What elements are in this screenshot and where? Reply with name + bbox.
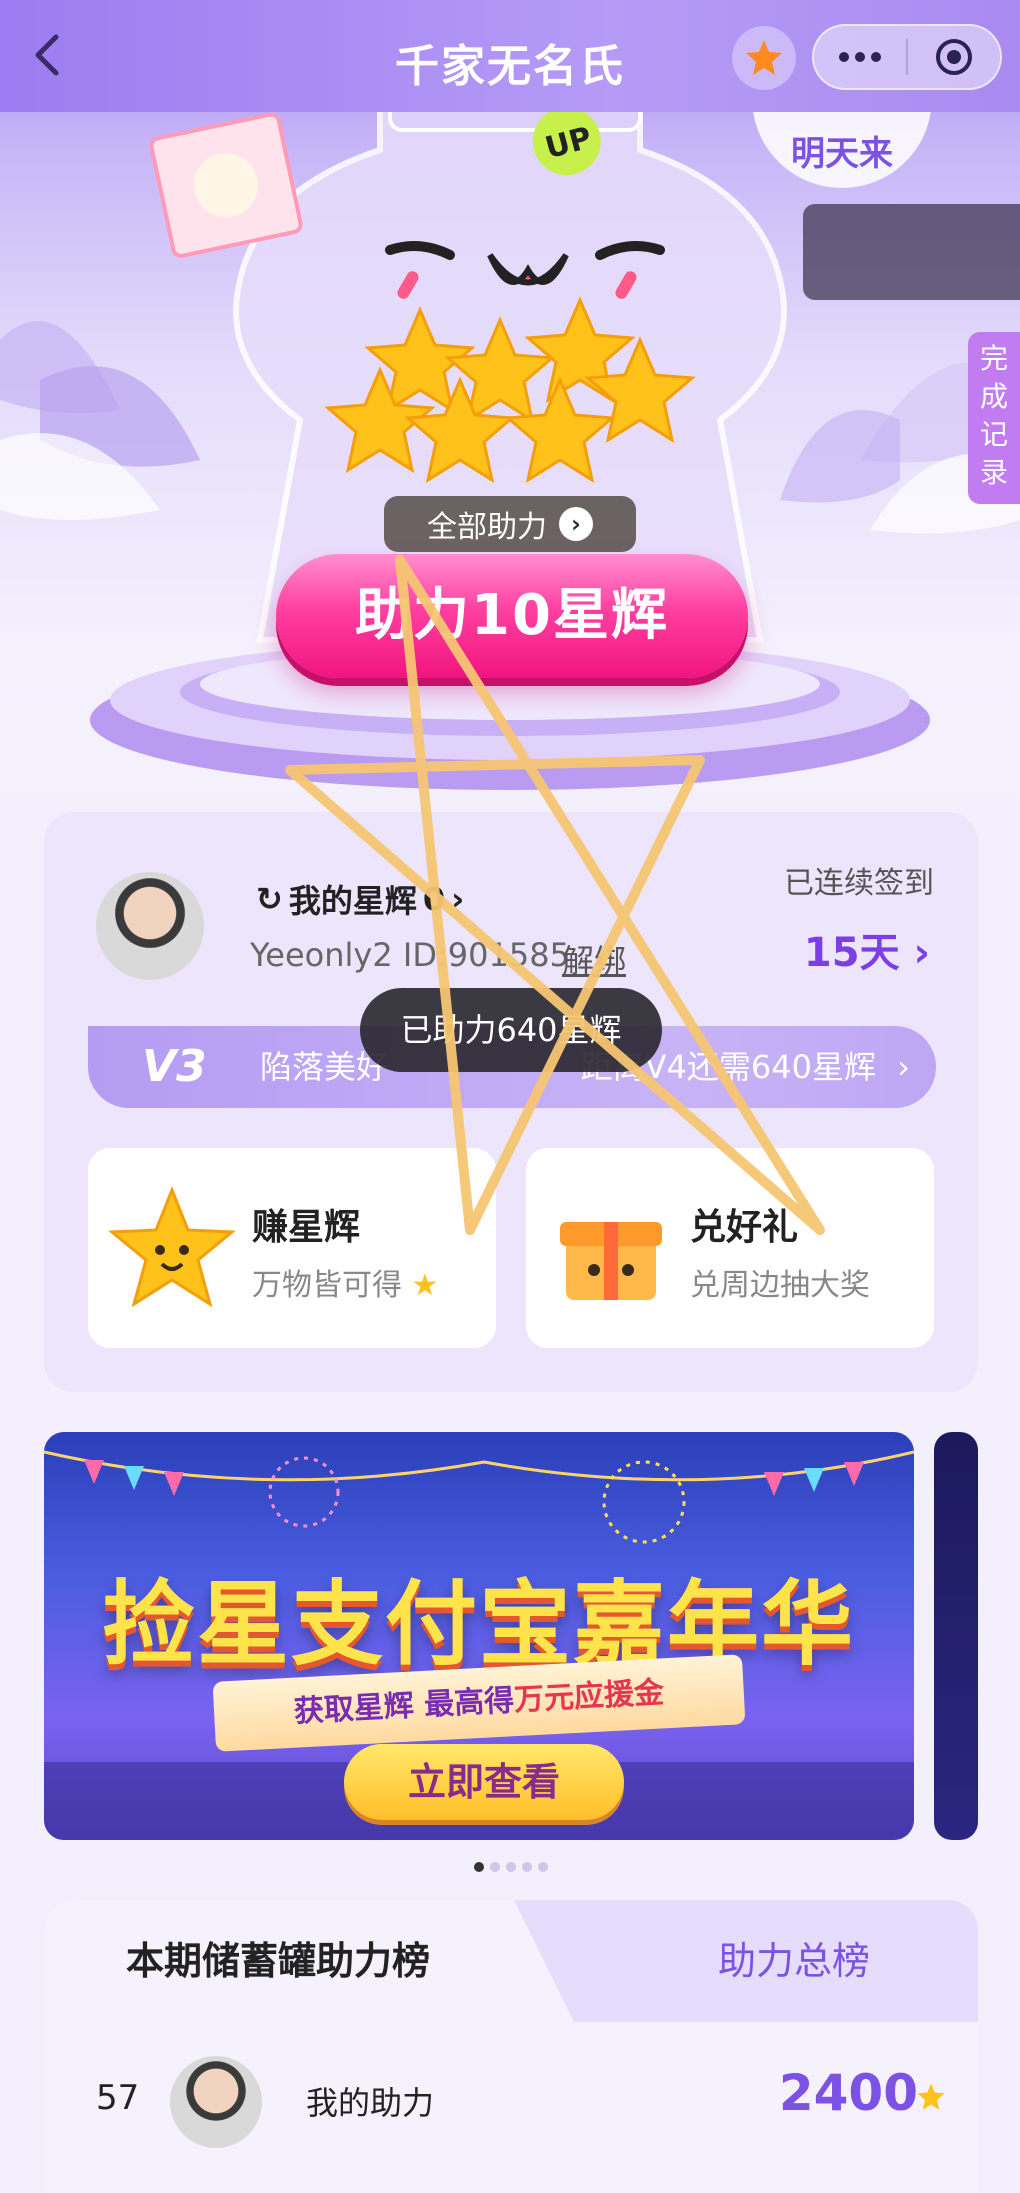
banner-highlight: 万元应援金 bbox=[513, 1675, 665, 1719]
redeem-gifts-subtitle: 兑周边抽大奖 bbox=[690, 1268, 870, 1303]
user-card: ↻ 我的星辉 0 › Yeeonly2 ID:901585 解绑 已连续签到 1… bbox=[44, 812, 978, 1392]
toast-message: 已助力640星辉 bbox=[360, 988, 662, 1072]
earn-stars-subtitle: 万物皆可得 ★ bbox=[252, 1268, 439, 1303]
carousel-dots bbox=[474, 1862, 548, 1872]
avatar[interactable] bbox=[96, 872, 204, 980]
earn-stars-title: 赚星辉 bbox=[252, 1207, 361, 1248]
my-stars-value: 0 bbox=[422, 880, 446, 918]
hero-section: UP 明天来 完成记录 全部助力 › 助力10星辉 bbox=[0, 0, 1020, 820]
target-icon bbox=[935, 39, 972, 75]
nav-bar: 千家无名氏 bbox=[0, 0, 1020, 112]
star-icon bbox=[917, 2083, 945, 2110]
earn-stars-tile[interactable]: 赚星辉 万物皆可得 ★ bbox=[88, 1148, 496, 1348]
chevron-right-icon: › bbox=[451, 880, 465, 918]
chevron-right-icon: › bbox=[559, 507, 593, 541]
redeem-gifts-tile[interactable]: 兑好礼 兑周边抽大奖 bbox=[526, 1148, 934, 1348]
level-badge: V3 bbox=[142, 1041, 207, 1092]
carousel-dot[interactable] bbox=[490, 1862, 500, 1872]
carnival-banner[interactable]: 捡星支付宝嘉年华 获取星辉 最高得万元应援金 立即查看 bbox=[44, 1432, 914, 1840]
rank-name: 我的助力 bbox=[306, 2084, 435, 2122]
favorite-button[interactable] bbox=[732, 26, 796, 90]
my-stars-link[interactable]: ↻ 我的星辉 0 › bbox=[256, 876, 464, 922]
tab-total-ranking[interactable]: 助力总榜 bbox=[644, 1900, 944, 2022]
tab-period-ranking[interactable]: 本期储蓄罐助力榜 bbox=[44, 1900, 574, 2022]
refresh-icon[interactable]: ↻ bbox=[256, 880, 283, 918]
banner-title: 捡星支付宝嘉年华 bbox=[102, 1571, 855, 1678]
small-star-icon: ★ bbox=[411, 1268, 439, 1303]
carousel-dot[interactable] bbox=[522, 1862, 532, 1872]
blurred-notice bbox=[803, 204, 1020, 300]
chevron-right-icon: › bbox=[897, 1048, 910, 1086]
boost-button[interactable]: 助力10星辉 bbox=[276, 554, 748, 678]
my-stars-label: 我的星辉 bbox=[288, 882, 417, 920]
avatar bbox=[170, 2056, 262, 2148]
chevron-right-icon: › bbox=[913, 930, 930, 976]
ranking-card: 本期储蓄罐助力榜 助力总榜 57 我的助力 2400 bbox=[44, 1900, 978, 2193]
more-button[interactable] bbox=[814, 26, 906, 88]
view-now-button[interactable]: 立即查看 bbox=[344, 1744, 624, 1820]
star-icon bbox=[746, 40, 782, 75]
next-banner-peek[interactable] bbox=[934, 1432, 978, 1840]
close-miniapp-button[interactable] bbox=[908, 26, 1000, 88]
carousel-dot[interactable] bbox=[474, 1862, 484, 1872]
rank-number: 57 bbox=[96, 2078, 140, 2118]
my-ranking-row: 57 我的助力 2400 bbox=[44, 2022, 978, 2193]
checkin-days-value: 15天 bbox=[803, 930, 900, 976]
redeem-gifts-title: 兑好礼 bbox=[690, 1207, 799, 1248]
smiling-star-icon bbox=[108, 1185, 236, 1308]
completion-record-tab[interactable]: 完成记录 bbox=[968, 332, 1020, 504]
mini-app-capsule bbox=[812, 24, 1002, 90]
unbind-link[interactable]: 解绑 bbox=[562, 936, 626, 982]
rank-score: 2400 bbox=[778, 2064, 918, 2122]
all-help-label: 全部助力 bbox=[427, 510, 547, 545]
user-id: Yeeonly2 ID:901585 bbox=[250, 936, 570, 974]
gift-box-icon bbox=[560, 1222, 662, 1300]
carousel-dot[interactable] bbox=[506, 1862, 516, 1872]
ranking-tabs: 本期储蓄罐助力榜 助力总榜 bbox=[44, 1900, 978, 2022]
star-jar-illustration: UP bbox=[0, 78, 1020, 820]
carousel-dot[interactable] bbox=[538, 1862, 548, 1872]
checkin-label: 已连续签到 bbox=[784, 866, 934, 901]
checkin-days-link[interactable]: 15天 › bbox=[804, 920, 930, 978]
all-help-button[interactable]: 全部助力 › bbox=[384, 496, 636, 552]
more-dots-icon bbox=[839, 52, 882, 62]
